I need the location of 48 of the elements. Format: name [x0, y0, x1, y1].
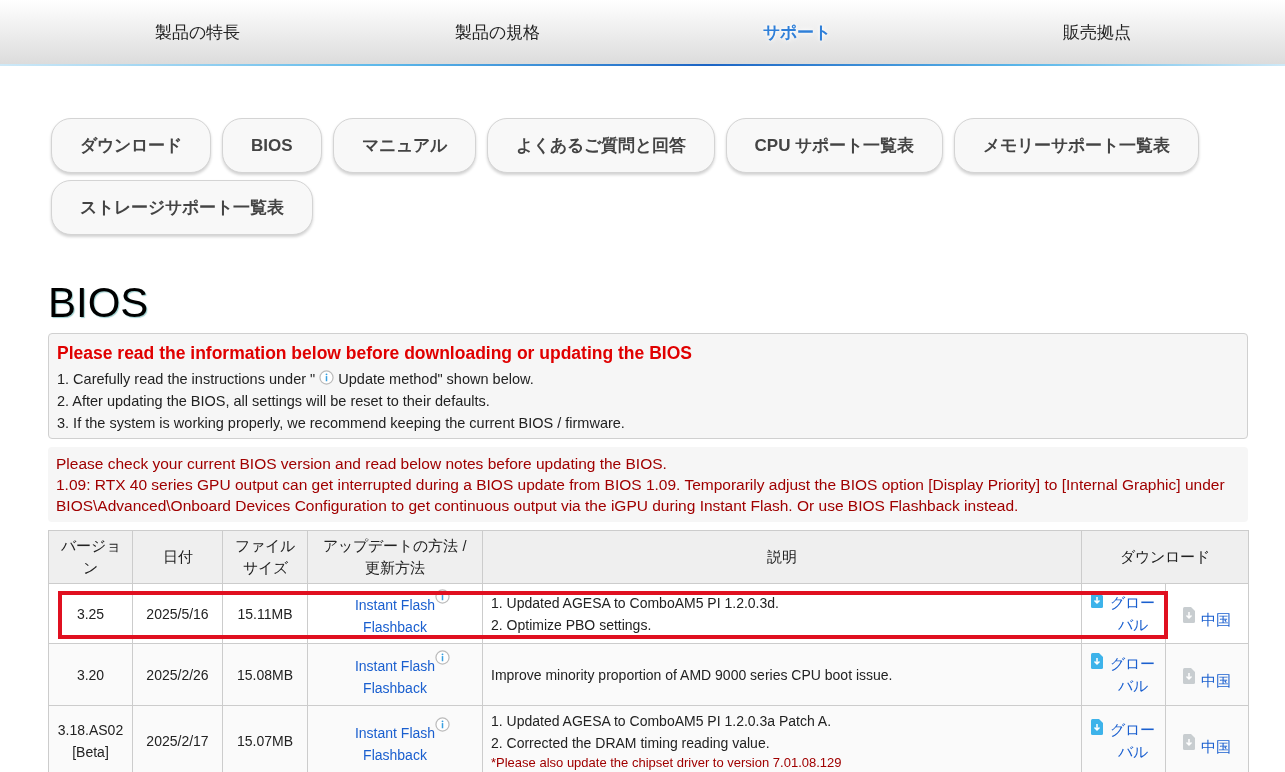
column-header: 日付 [132, 530, 223, 584]
download-link[interactable]: 中国 [1201, 736, 1231, 758]
table-cell: 3.20 [48, 643, 133, 706]
description-line: 2. Corrected the DRAM timing reading value. [491, 734, 771, 753]
column-header: バージョン [48, 530, 133, 584]
description-line: 2. Optimize PBO settings. [491, 615, 653, 635]
section-button[interactable]: マニュアル [332, 118, 476, 173]
table-cell: 3.25 [48, 583, 133, 644]
section-button[interactable]: よくあるご質問と回答 [486, 118, 715, 173]
table-cell: 2025/5/16 [132, 583, 223, 644]
nav-tab[interactable]: サポート [757, 18, 837, 46]
table-cell: 2025/2/26 [132, 643, 223, 706]
section-button[interactable]: BIOS [222, 118, 322, 173]
download-link[interactable]: 中国 [1201, 608, 1231, 631]
table-cell: 15.11MB [222, 583, 308, 644]
column-header: アップデートの方法 / 更新方法 [307, 530, 483, 584]
description-line: Improve minority proportion of AMD 9000 series CPU boot issue. [491, 665, 894, 685]
section-button[interactable]: ストレージサポート一覧表 [51, 180, 313, 235]
table-cell: 3.18.AS02 [Beta] [48, 705, 133, 772]
section-button[interactable]: メモリーサポート一覧表 [954, 118, 1200, 173]
section-button[interactable]: CPU サポート一覧表 [725, 118, 944, 173]
update-method-link[interactable]: Instant Flash [354, 724, 436, 741]
section-button[interactable]: ダウンロード [51, 118, 211, 173]
table-cell: 15.08MB [222, 643, 308, 706]
update-method-link[interactable]: Flashback [363, 619, 427, 635]
column-header: ダウンロード [1081, 530, 1249, 584]
notice-line: 1. Carefully read the instructions under " Update method" shown below. [57, 369, 535, 389]
description-line: 1. Updated AGESA to ComboAM5 PI 1.2.0.3d. [491, 593, 780, 613]
download-file-icon[interactable] [1090, 719, 1103, 735]
warning-text: Please check your current BIOS version and read below notes before updating the BIOS. [56, 454, 668, 474]
notice-line: 3. If the system is working properly, we recommend keeping the current BIOS / firmware. [57, 414, 626, 433]
update-method-link[interactable]: Instant Flash [354, 597, 436, 613]
column-header: ファイルサイズ [222, 530, 308, 584]
warning-text: 1.09: RTX 40 series GPU output can get interrupted during a BIOS update from BIOS 1.09. Temporarily adjust the BIOS option [Display Priority] to [Internal Graphic] under BIOS\Advanced\Onboard Devices Configuration to get continuous output via the iGPU during Instant Flash. Or use BIOS Flashback instead. [56, 475, 1226, 516]
description-line: 1. Updated AGESA to ComboAM5 PI 1.2.0.3a Patch A. [491, 712, 833, 731]
nav-tab[interactable]: 販売拠点 [1057, 18, 1137, 46]
note-text: *Please also update the chipset driver to version 7.01.08.129 [491, 754, 843, 772]
nav-tab[interactable]: 製品の特長 [148, 18, 246, 46]
notice-title: Please read the information below before downloading or updating the BIOS [57, 342, 693, 365]
column-header: 説明 [482, 530, 1082, 584]
nav-tab[interactable]: 製品の規格 [448, 18, 546, 46]
download-link[interactable]: 中国 [1201, 669, 1231, 692]
notice-line: 2. After updating the BIOS, all settings will be reset to their defaults. [57, 392, 491, 411]
update-method-link[interactable]: Flashback [363, 680, 427, 696]
update-method-link[interactable]: Instant Flash [354, 658, 436, 674]
download-file-icon[interactable] [1090, 652, 1103, 669]
page-heading: BIOS [48, 279, 149, 327]
update-method-link[interactable]: Flashback [363, 746, 427, 763]
